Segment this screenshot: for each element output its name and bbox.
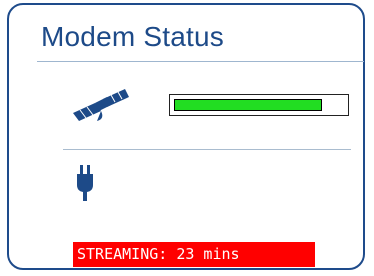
signal-strength-fill	[174, 99, 322, 111]
signal-strength-bar	[169, 94, 349, 116]
modem-status-panel: Modem Status STREAMING: 23 mins	[7, 3, 365, 270]
power-plug-icon	[77, 165, 93, 201]
section-divider	[63, 149, 351, 150]
title-divider	[37, 61, 364, 62]
panel-title: Modem Status	[41, 21, 224, 52]
streaming-status-banner: STREAMING: 23 mins	[73, 242, 315, 267]
satellite-icon	[73, 89, 129, 121]
